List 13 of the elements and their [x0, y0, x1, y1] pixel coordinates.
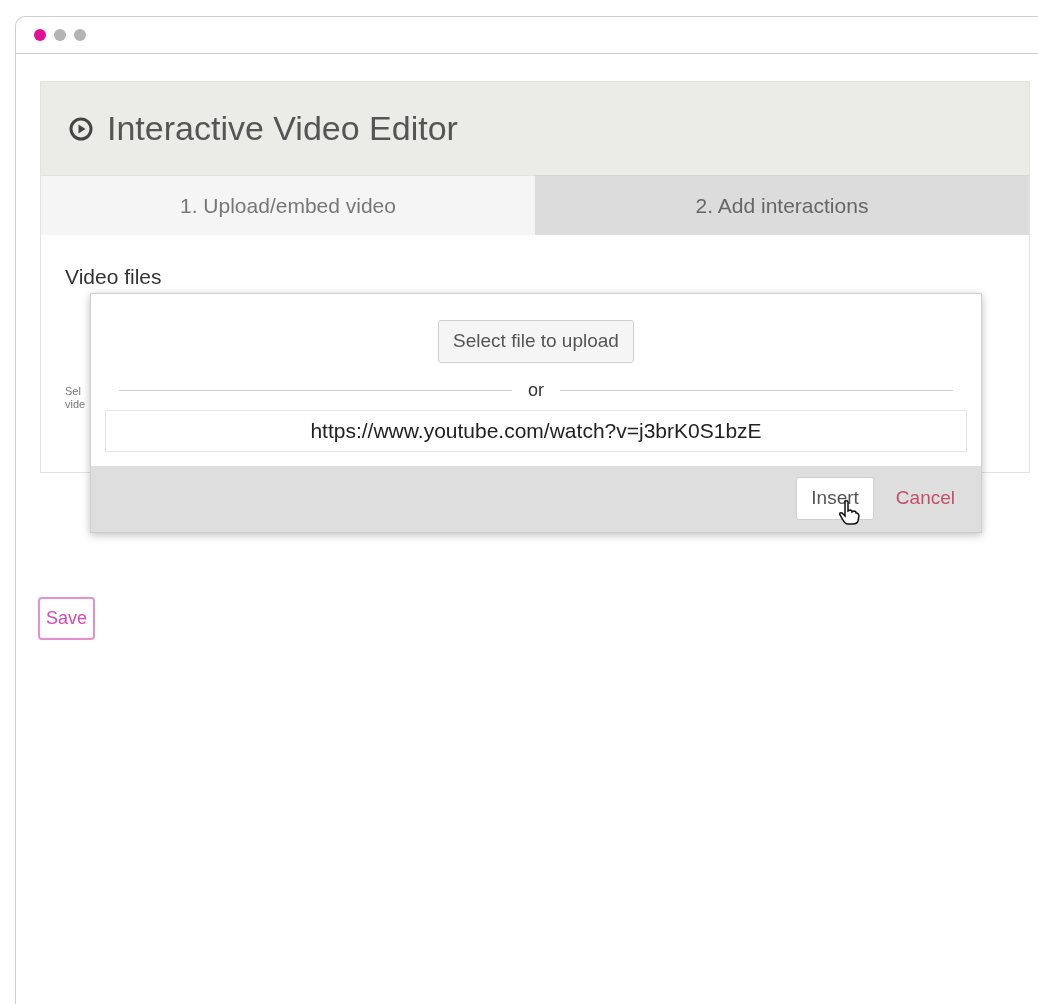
separator-text: or — [528, 378, 544, 402]
save-button[interactable]: Save — [38, 597, 96, 640]
step-tab[interactable]: 2. Add interactions — [535, 175, 1029, 235]
step-tab[interactable]: 1. Upload/embed video — [41, 175, 535, 235]
hint-text: Sel — [65, 385, 82, 398]
section-title: Video files — [65, 264, 163, 285]
play-circle-icon — [69, 116, 93, 141]
hint-text: vide — [65, 398, 85, 411]
cancel-link[interactable]: Cancel — [895, 484, 955, 513]
upload-button[interactable]: Select file to upload — [438, 320, 634, 363]
url-input-field[interactable]: https://www.youtube.com/watch?v=j3brK0S1bzE — [105, 409, 967, 452]
insert-button[interactable]: Insert — [796, 477, 874, 520]
editor-title: Interactive Video Editor — [107, 108, 458, 149]
